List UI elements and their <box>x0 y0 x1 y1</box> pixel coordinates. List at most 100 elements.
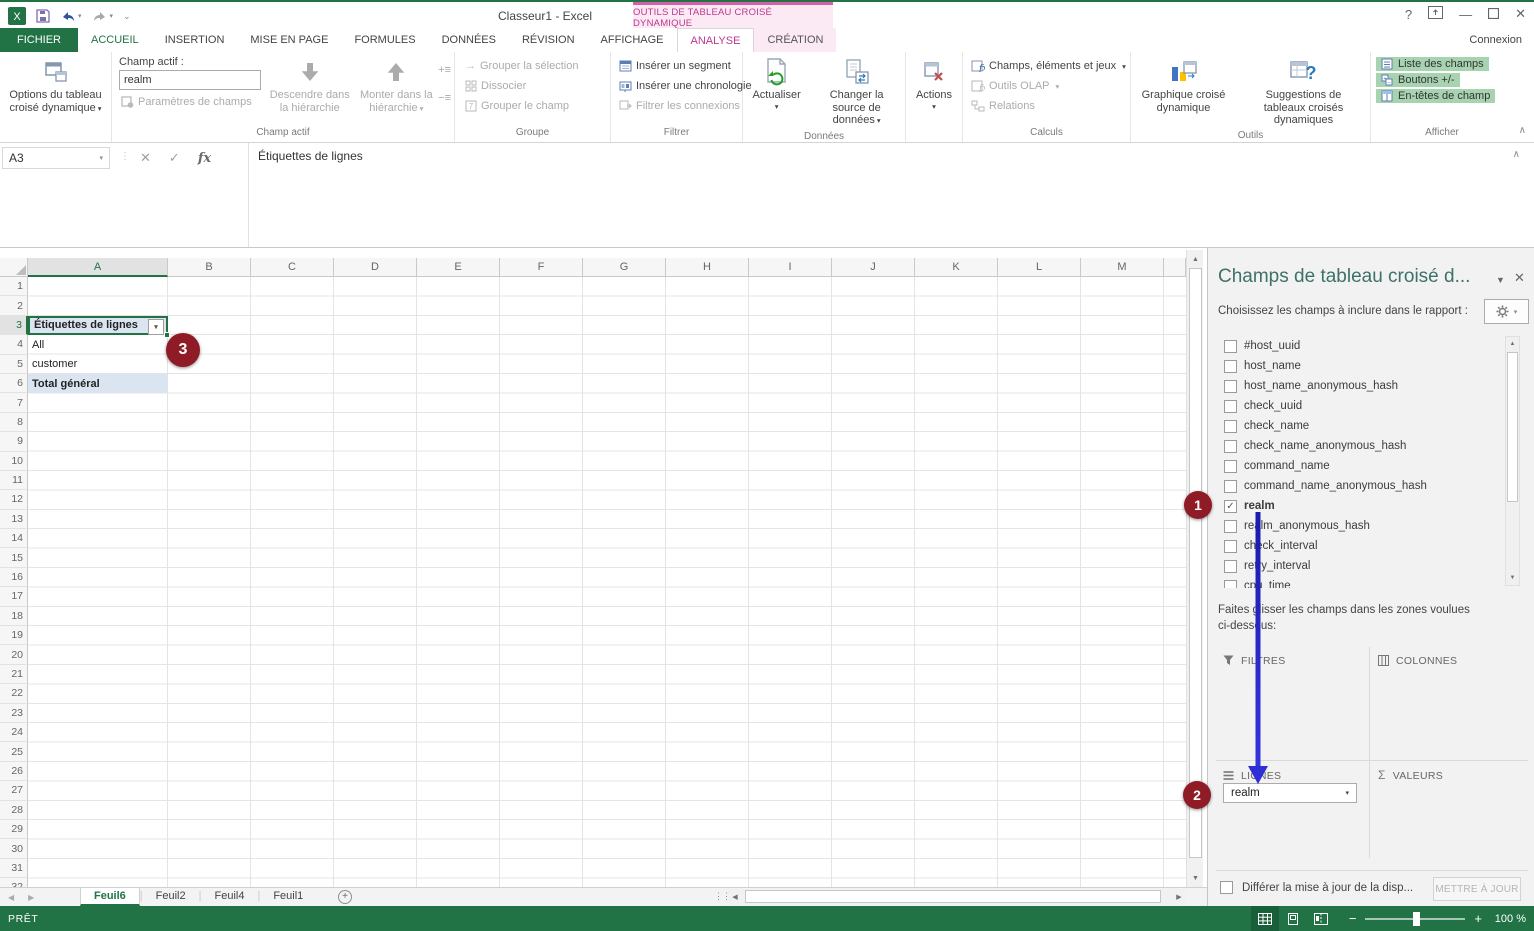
row-header-13[interactable]: 13 <box>0 510 28 529</box>
cell-A3[interactable]: Étiquettes de lignes ▾ <box>28 316 168 335</box>
tab-révision[interactable]: RÉVISION <box>509 28 588 52</box>
row-header-17[interactable]: 17 <box>0 587 28 606</box>
row-header-9[interactable]: 9 <box>0 432 28 451</box>
qat-customize-icon[interactable]: ⌄ <box>123 11 131 22</box>
plus-minus-buttons-toggle[interactable]: +−Boutons +/- <box>1376 73 1460 87</box>
row-header-6[interactable]: 6 <box>0 374 28 393</box>
collapse-ribbon-icon[interactable]: ∧ <box>1519 125 1526 136</box>
tab-affichage[interactable]: AFFICHAGE <box>588 28 677 52</box>
sheet-tab-Feuil2[interactable]: Feuil2 <box>143 888 199 906</box>
column-header-L[interactable]: L <box>998 258 1081 277</box>
refresh-button[interactable]: Actualiser ▾ <box>746 56 807 112</box>
dropdown-caret[interactable]: ▾ <box>1345 789 1349 797</box>
field-item-retry_interval[interactable]: retry_interval <box>1216 556 1528 576</box>
row-header-31[interactable]: 31 <box>0 859 28 878</box>
checkbox[interactable] <box>1224 380 1237 393</box>
field-list-scroll-thumb[interactable] <box>1507 352 1518 502</box>
change-data-source-button[interactable]: Changer la source de données▾ <box>811 56 902 129</box>
checkbox[interactable] <box>1224 480 1237 493</box>
new-sheet-button[interactable]: + <box>338 890 352 904</box>
column-header-B[interactable]: B <box>168 258 251 277</box>
field-item-command_name[interactable]: command_name <box>1216 456 1528 476</box>
checkbox[interactable] <box>1224 540 1237 553</box>
values-area[interactable]: Σ VALEURS <box>1371 762 1526 782</box>
row-header-19[interactable]: 19 <box>0 626 28 645</box>
tab-accueil[interactable]: ACCUEIL <box>78 28 152 52</box>
column-header-M[interactable]: M <box>1081 258 1164 277</box>
column-header-C[interactable]: C <box>251 258 334 277</box>
insert-slicer-button[interactable]: Insérer un segment <box>617 56 733 76</box>
row-header-29[interactable]: 29 <box>0 820 28 839</box>
horizontal-scroll-thumb[interactable] <box>745 890 1161 903</box>
row-header-26[interactable]: 26 <box>0 762 28 781</box>
row-header-18[interactable]: 18 <box>0 607 28 626</box>
row-header-21[interactable]: 21 <box>0 665 28 684</box>
cells-area[interactable]: Étiquettes de lignes ▾ All customer Tota… <box>28 277 1186 887</box>
column-header-K[interactable]: K <box>915 258 998 277</box>
account-button[interactable]: Connexion <box>1469 28 1522 52</box>
tab-création[interactable]: CRÉATION <box>754 28 836 52</box>
undo-caret-icon[interactable]: ▾ <box>78 12 82 20</box>
page-layout-view-button[interactable] <box>1279 906 1307 931</box>
field-item-check_name_anonymous_hash[interactable]: check_name_anonymous_hash <box>1216 436 1528 456</box>
checkbox[interactable] <box>1224 440 1237 453</box>
fields-items-sets-button[interactable]: fxChamps, éléments et jeux▾ <box>969 56 1128 76</box>
row-header-15[interactable]: 15 <box>0 548 28 567</box>
field-item-cpu_time[interactable]: cpu_time <box>1216 576 1528 588</box>
row-header-8[interactable]: 8 <box>0 413 28 432</box>
help-icon[interactable]: ? <box>1405 7 1412 22</box>
checkbox[interactable] <box>1224 420 1237 433</box>
pivot-options-button[interactable]: Options du tableau croisé dynamique▾ <box>4 56 108 116</box>
tab-données[interactable]: DONNÉES <box>429 28 509 52</box>
zoom-in-icon[interactable]: + <box>1474 911 1482 926</box>
row-header-23[interactable]: 23 <box>0 704 28 723</box>
page-break-view-button[interactable] <box>1307 906 1335 931</box>
tab-fichier[interactable]: FICHIER <box>0 28 78 52</box>
formula-cancel-icon[interactable]: ✕ <box>140 150 151 166</box>
field-item-realm[interactable]: ✓realm <box>1216 496 1528 516</box>
zoom-level[interactable]: 100 % <box>1488 913 1526 925</box>
scroll-down-icon[interactable]: ▼ <box>1506 571 1519 585</box>
row-header-24[interactable]: 24 <box>0 723 28 742</box>
checkbox[interactable] <box>1224 340 1237 353</box>
active-field-input[interactable] <box>119 70 261 90</box>
row-header-16[interactable]: 16 <box>0 568 28 587</box>
tab-insertion[interactable]: INSERTION <box>152 28 238 52</box>
checkbox[interactable] <box>1224 360 1237 373</box>
zoom-out-icon[interactable]: − <box>1349 911 1357 926</box>
field-list-scrollbar[interactable]: ▲ ▼ <box>1505 336 1520 586</box>
rows-area[interactable]: LIGNES <box>1216 762 1368 782</box>
actions-button[interactable]: Actions ▾ <box>909 56 959 112</box>
field-item-check_interval[interactable]: check_interval <box>1216 536 1528 556</box>
field-headers-toggle[interactable]: En-têtes de champ <box>1376 89 1495 103</box>
close-icon[interactable]: ✕ <box>1515 6 1526 22</box>
formula-content[interactable]: Étiquettes de lignes <box>258 149 363 163</box>
pane-options-caret[interactable]: ▼ <box>1496 275 1505 285</box>
pane-close-icon[interactable]: ✕ <box>1514 270 1525 286</box>
redo-icon[interactable]: ▾ <box>92 10 114 23</box>
column-header-E[interactable]: E <box>417 258 500 277</box>
rows-field-pill[interactable]: realm ▾ <box>1223 783 1357 803</box>
defer-layout-checkbox[interactable] <box>1220 881 1233 894</box>
sheet-nav-right-icon[interactable]: ▶ <box>28 893 34 902</box>
field-item-command_name_anonymous_hash[interactable]: command_name_anonymous_hash <box>1216 476 1528 496</box>
redo-caret-icon[interactable]: ▾ <box>110 12 114 20</box>
update-button[interactable]: METTRE À JOUR <box>1433 877 1521 901</box>
ribbon-display-options-icon[interactable] <box>1428 6 1443 22</box>
sheet-tab-Feuil1[interactable]: Feuil1 <box>260 888 316 906</box>
column-header-I[interactable]: I <box>749 258 832 277</box>
undo-icon[interactable]: ▾ <box>60 10 82 23</box>
field-list-toggle[interactable]: Liste des champs <box>1376 57 1489 71</box>
column-header-F[interactable]: F <box>500 258 583 277</box>
field-item-#host_uuid[interactable]: #host_uuid <box>1216 336 1528 356</box>
tab-formules[interactable]: FORMULES <box>341 28 428 52</box>
row-header-3[interactable]: 3 <box>0 316 28 335</box>
scroll-left-icon[interactable]: ◀ <box>727 889 743 905</box>
field-item-check_uuid[interactable]: check_uuid <box>1216 396 1528 416</box>
row-header-14[interactable]: 14 <box>0 529 28 548</box>
columns-area[interactable]: COLONNES <box>1371 647 1526 667</box>
checkbox[interactable] <box>1224 460 1237 473</box>
sheet-tab-Feuil4[interactable]: Feuil4 <box>201 888 257 906</box>
maximize-icon[interactable] <box>1488 7 1499 22</box>
name-box-caret[interactable]: ▾ <box>99 154 103 162</box>
